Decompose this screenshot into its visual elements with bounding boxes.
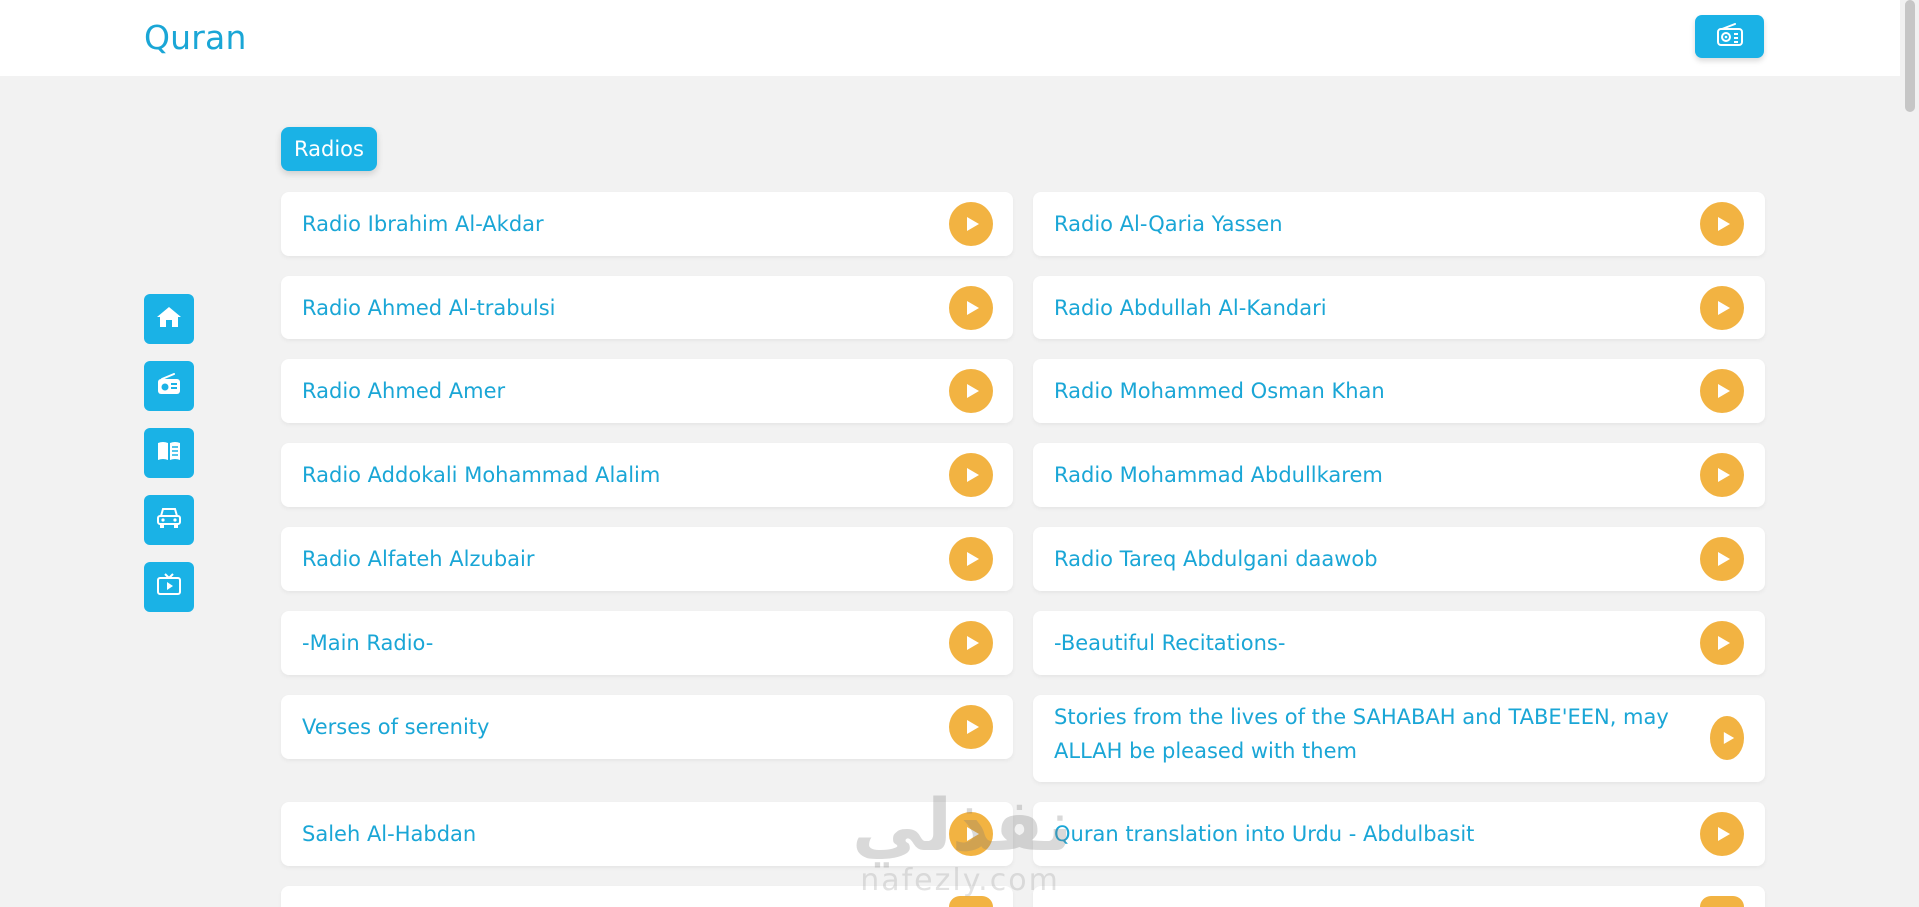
section-title-radios: Radios	[281, 127, 377, 171]
radio-card[interactable]: -Beautiful Recitations-	[1033, 611, 1765, 675]
radio-card[interactable]: Radio Addokali Mohammad Alalim	[281, 443, 1013, 507]
radio-card[interactable]: Radio Al-Qaria Yassen	[1033, 192, 1765, 256]
play-button[interactable]	[949, 896, 993, 907]
page-scrollbar[interactable]	[1900, 0, 1919, 907]
radio-title: Radio Abdullah Al-Kandari	[1054, 295, 1327, 320]
play-icon	[1717, 384, 1730, 398]
play-button[interactable]	[949, 286, 993, 330]
radio-card[interactable]: Radio Ahmed Amer	[281, 359, 1013, 423]
play-button[interactable]	[949, 369, 993, 413]
radio-card[interactable]: Radio Tareq Abdulgani daawob	[1033, 527, 1765, 591]
play-button[interactable]	[949, 621, 993, 665]
radio-title: Saleh Al-Habdan	[302, 822, 477, 846]
play-button[interactable]	[949, 453, 993, 497]
play-button[interactable]	[1700, 812, 1744, 856]
radio-card[interactable]: Radio Alfateh Alzubair	[281, 527, 1013, 591]
radio-card[interactable]: -Main Radio-	[281, 611, 1013, 675]
radio-card[interactable]: Radio Mohammed Osman Khan	[1033, 359, 1765, 423]
play-button[interactable]	[1700, 896, 1744, 907]
radio-title: Radio Tareq Abdulgani daawob	[1054, 547, 1378, 571]
radio-title: Radio Mohammed Osman Khan	[1054, 379, 1385, 403]
radio-title: Radio Ahmed Amer	[302, 379, 506, 403]
radio-card[interactable]	[1033, 886, 1765, 907]
radio-title: Radio Alfateh Alzubair	[302, 547, 535, 571]
play-button[interactable]	[949, 202, 993, 246]
side-nav-car[interactable]	[144, 495, 194, 545]
radio-title: -Beautiful Recitations-	[1054, 631, 1286, 655]
car-icon	[156, 506, 182, 534]
side-nav-radio[interactable]	[144, 361, 194, 411]
radio-card[interactable]: Radio Ahmed Al-trabulsi	[281, 276, 1013, 339]
radio-title	[1054, 886, 1685, 907]
play-icon	[1717, 217, 1730, 231]
play-icon	[966, 552, 979, 566]
radio-card[interactable]: Radio Abdullah Al-Kandari	[1033, 276, 1765, 339]
radio-title: Radio Mohammad Abdullkarem	[1054, 463, 1383, 487]
side-nav	[144, 294, 194, 629]
play-button[interactable]	[1700, 621, 1744, 665]
radio-title: Radio Ibrahim Al-Akdar	[302, 212, 544, 236]
home-icon	[156, 305, 182, 333]
radio-card[interactable]: Verses of serenity	[281, 695, 1013, 759]
brand-logo[interactable]: Quran	[144, 18, 247, 57]
side-nav-quran[interactable]	[144, 428, 194, 478]
play-button[interactable]	[949, 812, 993, 856]
play-button[interactable]	[1700, 537, 1744, 581]
radio-card[interactable]	[281, 886, 1013, 907]
header-radio-button[interactable]	[1695, 15, 1764, 58]
play-icon	[1723, 732, 1734, 744]
side-nav-home[interactable]	[144, 294, 194, 344]
radio-title	[302, 886, 933, 907]
radio-card[interactable]: Stories from the lives of the SAHABAH an…	[1033, 695, 1765, 782]
radio-title: Quran translation into Urdu - Abdulbasit	[1054, 822, 1475, 846]
play-button[interactable]	[1700, 453, 1744, 497]
radio-icon	[157, 373, 181, 399]
play-icon	[966, 217, 979, 231]
play-icon	[1717, 552, 1730, 566]
book-icon	[156, 440, 182, 466]
play-icon	[966, 827, 979, 841]
play-button[interactable]	[949, 705, 993, 749]
play-button[interactable]	[1710, 716, 1744, 760]
radio-title: Stories from the lives of the SAHABAH an…	[1054, 705, 1669, 763]
radio-title: -Main Radio-	[302, 631, 434, 655]
play-icon	[1717, 301, 1730, 315]
radio-card[interactable]: Quran translation into Urdu - Abdulbasit	[1033, 802, 1765, 866]
radio-card[interactable]: Radio Mohammad Abdullkarem	[1033, 443, 1765, 507]
play-icon	[966, 636, 979, 650]
play-button[interactable]	[1700, 202, 1744, 246]
play-icon	[966, 384, 979, 398]
play-button[interactable]	[1700, 286, 1744, 330]
tv-icon	[156, 573, 182, 601]
play-button[interactable]	[1700, 369, 1744, 413]
radio-card[interactable]: Saleh Al-Habdan	[281, 802, 1013, 866]
radio-title: Radio Addokali Mohammad Alalim	[302, 463, 661, 487]
play-icon	[966, 468, 979, 482]
radio-card[interactable]: Radio Ibrahim Al-Akdar	[281, 192, 1013, 256]
radio-title: Radio Ahmed Al-trabulsi	[302, 295, 556, 320]
radio-title: Radio Al-Qaria Yassen	[1054, 212, 1283, 236]
top-bar: Quran	[0, 0, 1900, 76]
play-icon	[1717, 636, 1730, 650]
play-icon	[966, 301, 979, 315]
play-icon	[1717, 827, 1730, 841]
side-nav-tv[interactable]	[144, 562, 194, 612]
play-icon	[1717, 468, 1730, 482]
radio-title: Verses of serenity	[302, 715, 490, 739]
play-icon	[966, 720, 979, 734]
play-button[interactable]	[949, 537, 993, 581]
scrollbar-thumb[interactable]	[1905, 0, 1915, 112]
radio-icon	[1716, 22, 1744, 51]
